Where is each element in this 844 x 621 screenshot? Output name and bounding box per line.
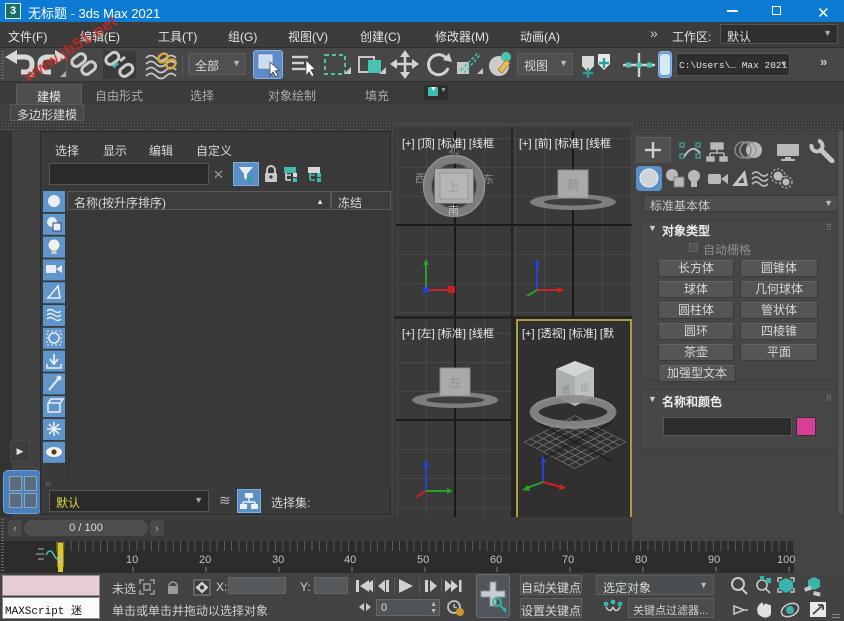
svg-text:上: 上 bbox=[447, 180, 459, 194]
svg-text:西: 西 bbox=[415, 173, 426, 185]
svg-text:左: 左 bbox=[449, 375, 461, 390]
svg-text:东: 东 bbox=[483, 173, 494, 186]
svg-text:透: 透 bbox=[561, 385, 570, 395]
svg-text:前: 前 bbox=[567, 177, 579, 192]
svg-text:南: 南 bbox=[448, 204, 459, 217]
svg-text:视: 视 bbox=[580, 382, 589, 393]
